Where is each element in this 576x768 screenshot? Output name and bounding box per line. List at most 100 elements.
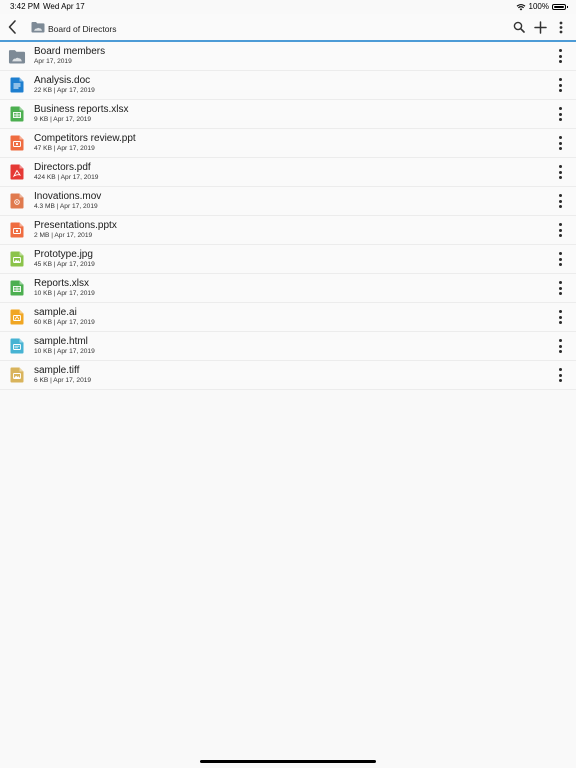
dot	[558, 321, 562, 324]
file-name: Inovations.mov	[34, 191, 102, 202]
file-row[interactable]: Prototype.jpg 45 KB | Apr 17, 2019	[0, 245, 576, 274]
file-more-button[interactable]	[556, 310, 564, 324]
dot	[558, 368, 562, 371]
more-options-button[interactable]	[554, 20, 568, 34]
dot	[558, 78, 562, 81]
file-row[interactable]: Competitors review.ppt 47 KB | Apr 17, 20…	[0, 129, 576, 158]
dot	[558, 252, 562, 255]
dot	[558, 339, 562, 342]
file-more-button[interactable]	[556, 194, 564, 208]
home-indicator[interactable]	[200, 760, 376, 763]
dot	[558, 286, 562, 290]
pdf-icon	[10, 164, 24, 180]
back-button[interactable]	[6, 18, 20, 36]
file-more-button[interactable]	[556, 223, 564, 237]
dot	[558, 165, 562, 168]
spreadsheet-icon	[10, 106, 24, 122]
dot	[558, 89, 562, 92]
image-file-icon	[10, 367, 24, 383]
file-name: Competitors review.ppt	[34, 133, 136, 144]
file-meta: 10 KB | Apr 17, 2019	[34, 290, 95, 297]
spreadsheet-icon	[10, 280, 24, 296]
dot	[558, 199, 562, 203]
battery-icon	[552, 3, 568, 10]
dot	[558, 136, 562, 139]
file-more-button[interactable]	[556, 78, 564, 92]
file-more-button[interactable]	[556, 252, 564, 266]
battery-percent: 100%	[528, 2, 549, 11]
dot	[558, 194, 562, 197]
dot	[558, 344, 562, 348]
more-vertical-icon	[559, 21, 563, 33]
file-row[interactable]: Reports.xlsx 10 KB | Apr 17, 2019	[0, 274, 576, 303]
file-more-button[interactable]	[556, 136, 564, 150]
navigation-bar: Board of Directors	[0, 14, 576, 42]
dot	[558, 170, 562, 174]
file-meta: 9 KB | Apr 17, 2019	[34, 116, 92, 123]
nav-actions	[512, 20, 568, 34]
status-right: 100%	[516, 2, 568, 11]
file-row[interactable]: Inovations.mov 4.3 MB | Apr 17, 2019	[0, 187, 576, 216]
dot	[558, 315, 562, 319]
file-row[interactable]: Business reports.xlsx 9 KB | Apr 17, 2019	[0, 100, 576, 129]
html-file-icon	[10, 338, 24, 354]
dot	[558, 147, 562, 150]
dot	[558, 257, 562, 261]
dot	[558, 107, 562, 110]
dot	[558, 118, 562, 121]
dot	[558, 379, 562, 382]
dot	[558, 176, 562, 179]
dot	[558, 350, 562, 353]
file-name: Presentations.pptx	[34, 220, 117, 231]
file-more-button[interactable]	[556, 281, 564, 295]
status-date: Wed Apr 17	[43, 2, 85, 11]
file-name: sample.tiff	[34, 365, 80, 376]
file-meta: 60 KB | Apr 17, 2019	[34, 319, 95, 326]
file-meta: 10 KB | Apr 17, 2019	[34, 348, 95, 355]
file-name: Directors.pdf	[34, 162, 91, 173]
dot	[558, 112, 562, 116]
file-meta: 6 KB | Apr 17, 2019	[34, 377, 92, 384]
file-row[interactable]: Analysis.doc 22 KB | Apr 17, 2019	[0, 71, 576, 100]
folder-icon	[8, 50, 26, 64]
search-button[interactable]	[512, 20, 526, 34]
file-name: Business reports.xlsx	[34, 104, 129, 115]
file-more-button[interactable]	[556, 107, 564, 121]
file-more-button[interactable]	[556, 49, 564, 63]
dot	[558, 141, 562, 145]
dot	[558, 49, 562, 52]
vector-file-icon	[10, 309, 24, 325]
page-title: Board of Directors	[48, 24, 117, 34]
file-meta: 45 KB | Apr 17, 2019	[34, 261, 95, 268]
dot	[558, 292, 562, 295]
file-row[interactable]: sample.ai 60 KB | Apr 17, 2019	[0, 303, 576, 332]
dot	[558, 234, 562, 237]
plus-icon	[533, 20, 547, 34]
file-row[interactable]: Board members Apr 17, 2019	[0, 42, 576, 71]
image-file-icon	[10, 251, 24, 267]
file-meta: 22 KB | Apr 17, 2019	[34, 87, 95, 94]
file-meta: 2 MB | Apr 17, 2019	[34, 232, 93, 239]
status-bar: 3:42 PM Wed Apr 17 100%	[0, 0, 576, 14]
presentation-icon	[10, 222, 24, 238]
file-more-button[interactable]	[556, 368, 564, 382]
status-time: 3:42 PM	[10, 2, 40, 11]
file-row[interactable]: sample.tiff 6 KB | Apr 17, 2019	[0, 361, 576, 390]
file-meta: 47 KB | Apr 17, 2019	[34, 145, 95, 152]
file-name: Analysis.doc	[34, 75, 91, 86]
presentation-icon	[10, 135, 24, 151]
file-row[interactable]: Presentations.pptx 2 MB | Apr 17, 2019	[0, 216, 576, 245]
search-icon	[513, 21, 525, 33]
file-more-button[interactable]	[556, 339, 564, 353]
file-more-button[interactable]	[556, 165, 564, 179]
file-row[interactable]: sample.html 10 KB | Apr 17, 2019	[0, 332, 576, 361]
dot	[558, 54, 562, 58]
file-row[interactable]: Directors.pdf 424 KB | Apr 17, 2019	[0, 158, 576, 187]
dot	[558, 373, 562, 377]
dot	[558, 310, 562, 313]
file-name: sample.html	[34, 336, 88, 347]
add-button[interactable]	[533, 20, 547, 34]
chevron-left-icon	[8, 20, 16, 34]
folder-icon	[31, 22, 45, 33]
file-meta: Apr 17, 2019	[34, 58, 72, 65]
